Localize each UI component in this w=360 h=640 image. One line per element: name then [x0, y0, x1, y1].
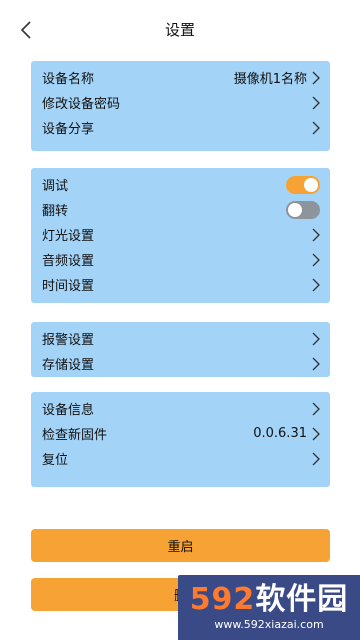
header-bar: 设置	[0, 0, 360, 60]
debug-toggle[interactable]	[286, 175, 320, 194]
light-settings-row[interactable]: 灯光设置	[42, 222, 320, 247]
change-password-row[interactable]: 修改设备密码	[42, 90, 320, 115]
audio-settings-row[interactable]: 音频设置	[42, 247, 320, 272]
storage-settings-label: 存储设置	[42, 358, 95, 373]
watermark-url: www.592xiazai.com	[214, 618, 324, 631]
restart-button[interactable]: 重启	[31, 529, 330, 562]
time-settings-row[interactable]: 时间设置	[42, 272, 320, 297]
alarm-settings-row[interactable]: 报警设置	[42, 326, 320, 351]
site-watermark: 592软件园 www.592xiazai.com	[178, 575, 360, 640]
watermark-logo: 592软件园	[190, 584, 349, 616]
flip-toggle[interactable]	[286, 200, 320, 219]
device-name-label: 设备名称	[42, 72, 95, 87]
reset-label: 复位	[42, 453, 69, 468]
storage-settings-row[interactable]: 存储设置	[42, 351, 320, 376]
chevron-right-icon	[312, 332, 320, 345]
audio-settings-label: 音频设置	[42, 254, 95, 269]
chevron-right-icon	[312, 253, 320, 266]
change-password-label: 修改设备密码	[42, 97, 121, 112]
device-info-label: 设备信息	[42, 403, 95, 418]
chevron-right-icon	[312, 96, 320, 109]
chevron-right-icon	[312, 228, 320, 241]
device-name-value: 摄像机1名称	[233, 72, 307, 87]
device-settings-group: 设备名称 摄像机1名称 修改设备密码 设备分享	[31, 61, 330, 151]
chevron-right-icon	[312, 278, 320, 291]
device-share-row[interactable]: 设备分享	[42, 115, 320, 140]
page-title: 设置	[164, 21, 195, 39]
firmware-check-label: 检查新固件	[42, 428, 108, 443]
alarm-settings-label: 报警设置	[42, 333, 95, 348]
chevron-right-icon	[312, 71, 320, 84]
firmware-version-value: 0.0.6.31	[253, 426, 307, 441]
alarm-storage-group: 报警设置 存储设置	[31, 322, 330, 377]
watermark-logo-text: 软件园	[255, 582, 349, 617]
firmware-check-row[interactable]: 检查新固件 0.0.6.31	[42, 421, 320, 446]
time-settings-label: 时间设置	[42, 279, 95, 294]
debug-row: 调试	[42, 172, 320, 197]
camera-settings-group: 调试 翻转 灯光设置 音频设置 时间设置	[31, 168, 330, 303]
toggle-knob	[288, 202, 302, 217]
chevron-right-icon	[312, 357, 320, 370]
system-group: 设备信息 检查新固件 0.0.6.31 复位	[31, 392, 330, 487]
watermark-logo-number: 592	[189, 582, 256, 617]
flip-row: 翻转	[42, 197, 320, 222]
chevron-right-icon	[312, 121, 320, 134]
device-info-row[interactable]: 设备信息	[42, 396, 320, 421]
debug-label: 调试	[42, 179, 69, 194]
flip-label: 翻转	[42, 204, 69, 219]
device-share-label: 设备分享	[42, 122, 95, 137]
reset-row[interactable]: 复位	[42, 446, 320, 471]
device-name-row[interactable]: 设备名称 摄像机1名称	[42, 65, 320, 90]
chevron-right-icon	[312, 402, 320, 415]
light-settings-label: 灯光设置	[42, 229, 95, 244]
toggle-knob	[304, 177, 318, 192]
chevron-right-icon	[312, 427, 320, 440]
chevron-right-icon	[312, 452, 320, 465]
